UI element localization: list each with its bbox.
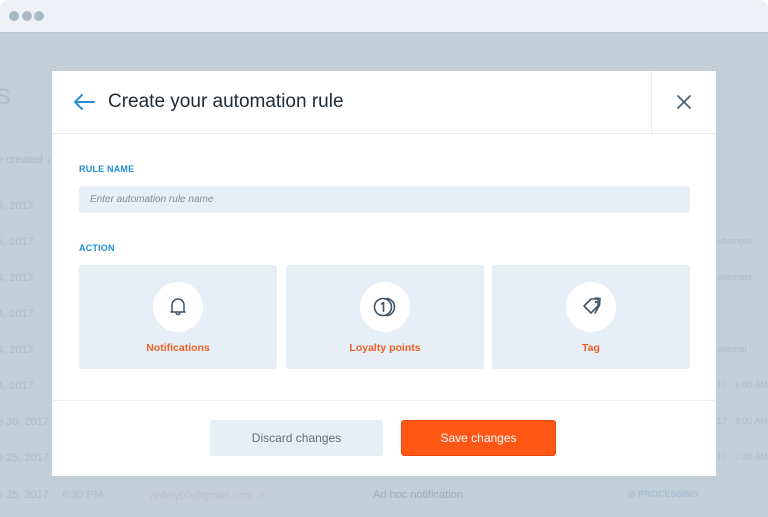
save-changes-button[interactable]: Save changes (401, 420, 556, 456)
coin-icon (373, 297, 396, 317)
row-date: 4, 2017 (0, 380, 34, 392)
back-button[interactable] (72, 91, 96, 113)
background-column-header: e created ↓ (0, 154, 52, 166)
window-minimize-dot[interactable] (22, 11, 32, 21)
icon-circle (566, 282, 616, 332)
row-date: e 25, 2017 (0, 452, 49, 464)
row-info: attempts (717, 236, 752, 246)
modal-header: Create your automation rule (52, 71, 716, 134)
row-info: 17 · 9:00 AM (717, 416, 768, 426)
row-date: 4, 2017 (0, 272, 34, 284)
row-date: 5, 2017 (0, 200, 34, 212)
tag-icon (583, 297, 601, 314)
row-date: e 30, 2017 (0, 416, 49, 428)
discard-changes-button[interactable]: Discard changes (210, 420, 383, 456)
window-maximize-dot[interactable] (34, 11, 44, 21)
row-status: ◎ PROCESSING (628, 489, 699, 499)
action-label: ACTION (79, 243, 115, 253)
arrow-left-icon (74, 94, 95, 110)
close-icon (677, 95, 691, 109)
row-date: 4, 2017 (0, 308, 34, 320)
bell-icon (170, 298, 186, 316)
background-page-heading: S (0, 84, 11, 109)
modal-title: Create your automation rule (108, 91, 344, 112)
row-date: 5, 2017 (0, 236, 34, 248)
automation-rule-modal: Create your automation rule RULE NAME AC… (52, 71, 716, 476)
background-table-row: e 25, 2017 6:30 PM anfnly00@gmail.com ↗ … (0, 489, 768, 517)
icon-circle (153, 282, 203, 332)
row-date: 4, 2017 (0, 344, 34, 356)
row-info: attempts (717, 272, 752, 282)
close-button[interactable] (651, 71, 716, 134)
row-email: anfnly00@gmail.com ↗ (150, 490, 266, 502)
modal-footer: Discard changes Save changes (52, 400, 716, 476)
row-info: 17 · 7:30 AM (717, 452, 768, 462)
row-type: Ad hoc notification (373, 489, 463, 501)
window-titlebar (0, 0, 768, 33)
action-option-label: Loyalty points (349, 342, 421, 354)
rule-name-input[interactable] (79, 186, 690, 213)
action-option-loyalty-points[interactable]: Loyalty points (286, 265, 484, 369)
action-option-tag[interactable]: Tag (492, 265, 690, 369)
icon-circle (360, 282, 410, 332)
rule-name-label: RULE NAME (79, 164, 135, 174)
row-info: 17 · 6:00 AM (717, 380, 768, 390)
row-info: attempt (717, 344, 748, 354)
row-date: e 25, 2017 (0, 489, 49, 501)
action-option-label: Tag (582, 342, 600, 354)
window-close-dot[interactable] (9, 11, 19, 21)
action-option-notifications[interactable]: Notifications (79, 265, 277, 369)
action-option-label: Notifications (146, 342, 210, 354)
row-time: 6:30 PM (62, 489, 103, 501)
browser-window: S e created ↓ 5, 2017 5, 2017 attempts 4… (0, 0, 768, 517)
